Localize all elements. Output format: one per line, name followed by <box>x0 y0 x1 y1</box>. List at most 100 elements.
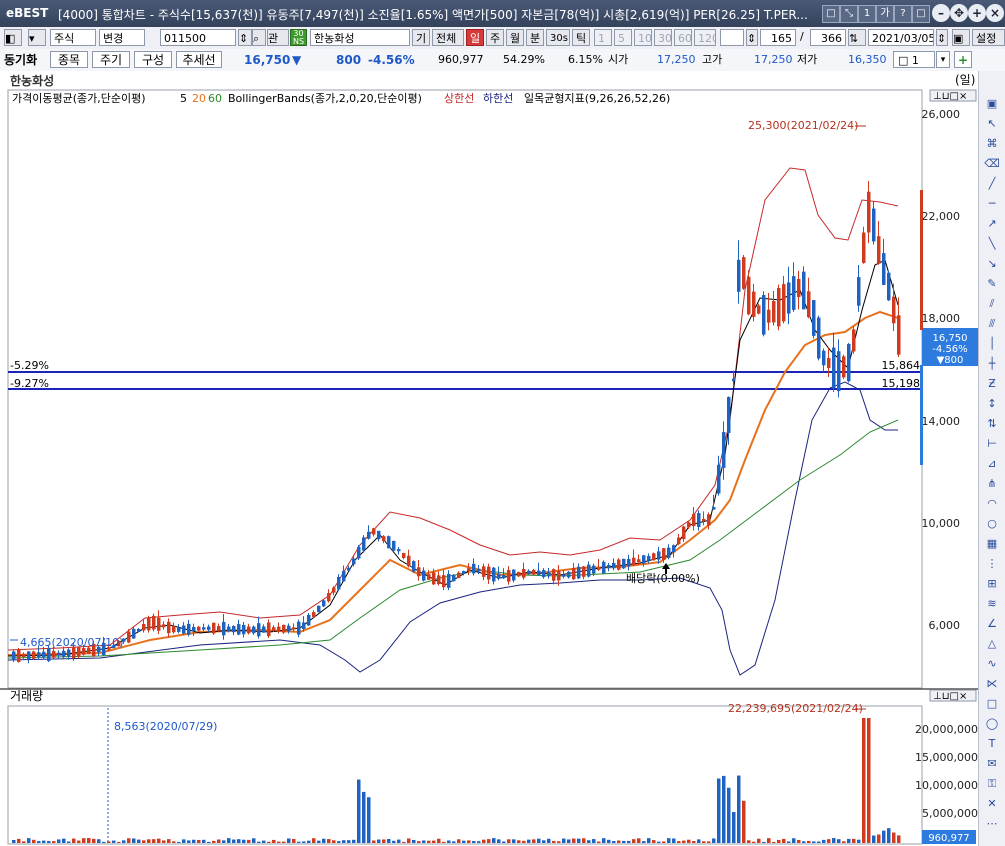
candle[interactable] <box>237 624 241 635</box>
candle[interactable] <box>807 291 811 318</box>
period-day-button[interactable]: 일 <box>466 29 484 46</box>
parallel-tool-icon[interactable]: ⫽ <box>983 297 1001 311</box>
volume-bar[interactable] <box>772 841 776 843</box>
volume-bar[interactable] <box>217 839 221 843</box>
candle[interactable] <box>257 623 261 637</box>
candle[interactable] <box>337 577 341 590</box>
volume-bar[interactable] <box>892 832 896 843</box>
candle[interactable] <box>537 570 541 576</box>
lock-tool-icon[interactable]: ⚿ <box>983 777 1001 791</box>
volume-bar[interactable] <box>32 839 36 843</box>
volume-bar[interactable] <box>167 839 171 843</box>
fib-tool-icon[interactable]: ↕ <box>983 397 1001 411</box>
candle[interactable] <box>792 276 796 310</box>
candle[interactable] <box>547 572 551 577</box>
volume-bar[interactable] <box>517 840 521 843</box>
volume-bar[interactable] <box>152 839 156 843</box>
period-minute-button[interactable]: 분 <box>526 29 544 46</box>
candle[interactable] <box>892 296 896 324</box>
volume-bar[interactable] <box>257 841 261 843</box>
volume-bar[interactable] <box>272 839 276 843</box>
candle[interactable] <box>732 378 736 382</box>
num-1-button[interactable]: 1 <box>594 29 612 46</box>
arc-tool-icon[interactable]: ◠ <box>983 497 1001 511</box>
volume-bar[interactable] <box>287 838 291 843</box>
candle[interactable] <box>392 540 396 551</box>
candle[interactable] <box>12 651 16 661</box>
volume-bar[interactable] <box>787 841 791 843</box>
candle[interactable] <box>137 629 141 632</box>
period-month-button[interactable]: 월 <box>506 29 524 46</box>
candle[interactable] <box>437 575 441 585</box>
candle[interactable] <box>292 627 296 630</box>
volume-bar[interactable] <box>577 838 581 843</box>
candle[interactable] <box>207 626 211 630</box>
volume-bar[interactable] <box>612 841 616 843</box>
candle[interactable] <box>497 573 501 579</box>
more-tool-icon[interactable]: ⋯ <box>983 817 1001 831</box>
candle[interactable] <box>752 291 756 317</box>
settings-button[interactable]: 설정 <box>972 29 1005 46</box>
overlay-dropdown-icon[interactable]: ▾ <box>936 51 950 68</box>
volume-bar[interactable] <box>407 838 411 843</box>
candle[interactable] <box>747 276 751 315</box>
candle[interactable] <box>247 626 251 634</box>
grid-tool-icon[interactable]: ▦ <box>983 537 1001 551</box>
candle[interactable] <box>457 572 461 578</box>
link-icon[interactable]: ⤡ <box>840 5 858 23</box>
volume-bar[interactable] <box>397 839 401 843</box>
candle[interactable] <box>42 651 46 658</box>
related-button[interactable]: 관 <box>267 29 289 46</box>
volume-bar[interactable] <box>317 840 321 843</box>
all-button[interactable]: 전체 <box>432 29 464 46</box>
volume-bar[interactable] <box>812 841 816 843</box>
number-icon[interactable]: 1 <box>858 5 876 23</box>
candle[interactable] <box>182 625 186 634</box>
candle[interactable] <box>682 526 686 540</box>
candle[interactable] <box>507 569 511 582</box>
candle[interactable] <box>367 531 371 539</box>
candle[interactable] <box>252 626 256 634</box>
maximize-icon[interactable]: + <box>968 4 986 22</box>
volume-bar[interactable] <box>117 841 121 843</box>
volume-bar[interactable] <box>427 840 431 843</box>
candle[interactable] <box>567 571 571 578</box>
candle[interactable] <box>837 351 841 392</box>
candle[interactable] <box>57 652 61 656</box>
volume-bar[interactable] <box>482 839 486 843</box>
volume-control-icons[interactable]: ⊥⊔□× <box>933 691 967 702</box>
volume-bar[interactable] <box>197 839 201 843</box>
candle[interactable] <box>722 432 726 468</box>
candle[interactable] <box>862 232 866 263</box>
volume-bar[interactable] <box>547 838 551 843</box>
pen-tool-icon[interactable]: ✎ <box>983 277 1001 291</box>
volume-bar[interactable] <box>552 840 556 843</box>
candle[interactable] <box>562 574 566 577</box>
price-panel-controls[interactable]: ⊥⊔□× <box>929 89 977 102</box>
volume-bar[interactable] <box>522 840 526 843</box>
candle[interactable] <box>297 621 301 635</box>
candle[interactable] <box>52 650 56 658</box>
candle[interactable] <box>577 566 581 579</box>
candle[interactable] <box>617 559 621 570</box>
volume-bar[interactable] <box>142 840 146 843</box>
candle[interactable] <box>377 530 381 540</box>
volume-bar[interactable] <box>722 775 726 843</box>
volume-bar[interactable] <box>487 839 491 843</box>
volume-bar[interactable] <box>102 841 106 843</box>
candle[interactable] <box>847 343 851 382</box>
candle[interactable] <box>477 568 481 572</box>
volume-bar[interactable] <box>202 839 206 843</box>
candle[interactable] <box>322 600 326 607</box>
arrow-tool-icon[interactable]: ↘ <box>983 257 1001 271</box>
close-icon[interactable]: × <box>986 4 1004 22</box>
candle[interactable] <box>812 300 816 336</box>
candle[interactable] <box>352 558 356 565</box>
volume-bar[interactable] <box>542 840 546 843</box>
volume-bar[interactable] <box>657 841 661 843</box>
candle[interactable] <box>317 605 321 613</box>
fan-tool-icon[interactable]: ⋔ <box>983 477 1001 491</box>
candle[interactable] <box>632 557 636 566</box>
volume-bar[interactable] <box>92 838 96 843</box>
volume-bar[interactable] <box>562 838 566 843</box>
